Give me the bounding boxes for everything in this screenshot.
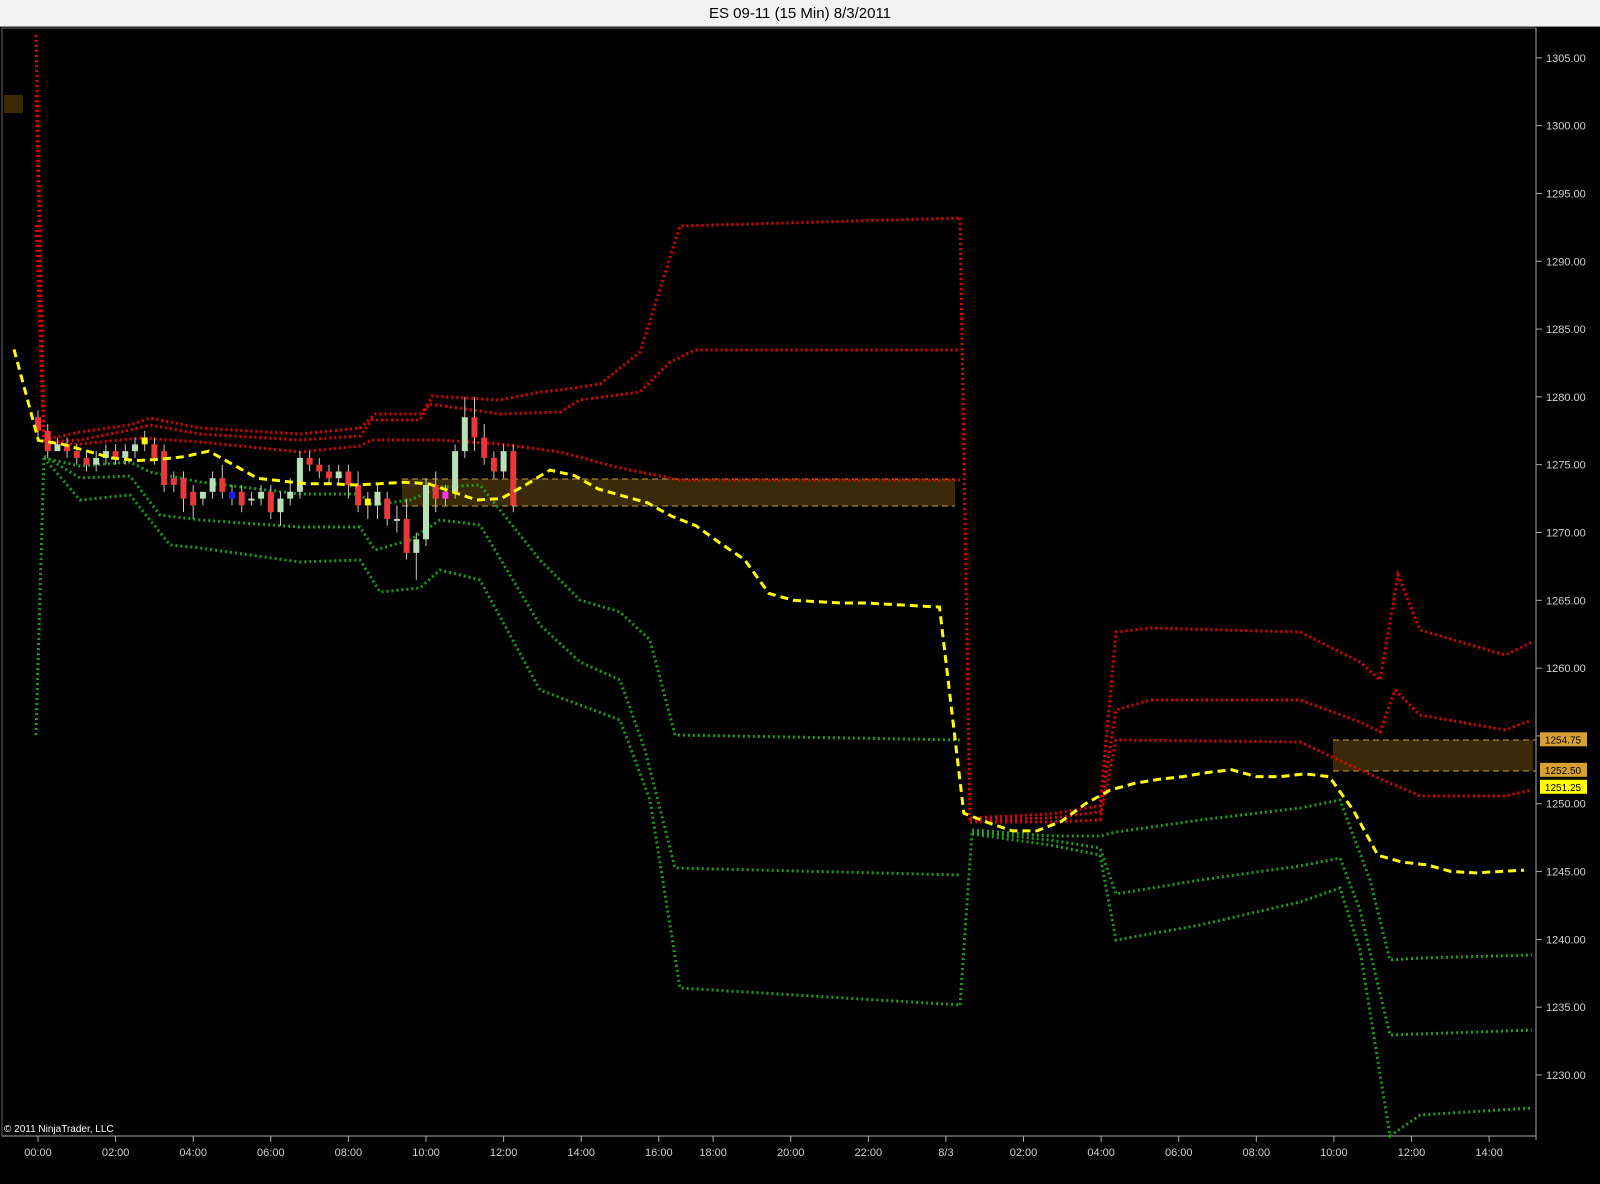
- time-tick-label: 00:00: [24, 1147, 52, 1159]
- zone-day1: [402, 479, 955, 506]
- candle-body[interactable]: [306, 457, 313, 465]
- candle-body[interactable]: [190, 491, 197, 506]
- candle-body[interactable]: [248, 498, 255, 501]
- candle-body[interactable]: [180, 478, 187, 499]
- candle-body[interactable]: [461, 417, 468, 452]
- candle-body[interactable]: [442, 491, 449, 499]
- price-tick-label: 1290.00: [1546, 256, 1586, 268]
- candle-body[interactable]: [364, 498, 371, 506]
- time-tick-label: 22:00: [855, 1147, 883, 1159]
- zone-day2: [1333, 740, 1533, 771]
- price-marker-label: 1252.50: [1545, 766, 1582, 777]
- price-tick-label: 1245.00: [1546, 867, 1586, 879]
- price-tick-label: 1270.00: [1546, 527, 1586, 539]
- candle-body[interactable]: [413, 539, 420, 553]
- time-tick-label: 02:00: [102, 1147, 130, 1159]
- time-tick-label: 06:00: [1165, 1147, 1193, 1159]
- candle-body[interactable]: [500, 451, 507, 472]
- time-tick-label: 10:00: [1320, 1147, 1348, 1159]
- candle-body[interactable]: [452, 451, 459, 492]
- candle-body[interactable]: [287, 491, 294, 499]
- time-tick-label: 12:00: [1398, 1147, 1426, 1159]
- price-tick-label: 1230.00: [1546, 1070, 1586, 1082]
- zone-top-left: [4, 95, 23, 113]
- time-tick-label: 04:00: [179, 1147, 207, 1159]
- price-tick-label: 1295.00: [1546, 188, 1586, 200]
- candle-body[interactable]: [267, 491, 274, 513]
- price-tick-label: 1285.00: [1546, 324, 1586, 336]
- price-marker-label: 1251.25: [1545, 783, 1582, 794]
- candle-body[interactable]: [161, 451, 168, 486]
- price-tick-label: 1240.00: [1546, 934, 1586, 946]
- time-tick-label: 06:00: [257, 1147, 285, 1159]
- candle-body[interactable]: [170, 478, 177, 486]
- time-tick-label: 14:00: [1475, 1147, 1503, 1159]
- candle-body[interactable]: [209, 478, 216, 492]
- candle-body[interactable]: [83, 457, 90, 465]
- price-tick-label: 1265.00: [1546, 595, 1586, 607]
- candle-body[interactable]: [326, 471, 332, 479]
- chart-canvas[interactable]: 1305.00 1300.00 1295.00 1290.00 1285.00 1280.…: [0, 0, 1600, 1184]
- time-tick-label: 08:00: [1243, 1147, 1271, 1159]
- candle-body[interactable]: [423, 485, 429, 540]
- candle-body[interactable]: [374, 491, 381, 506]
- candle-body[interactable]: [345, 471, 352, 486]
- price-tick-label: 1305.00: [1546, 53, 1586, 65]
- time-tick-label: 02:00: [1010, 1147, 1038, 1159]
- candle-body[interactable]: [277, 498, 284, 513]
- candle-body[interactable]: [403, 518, 410, 553]
- time-tick-label: 16:00: [645, 1147, 673, 1159]
- candle-body[interactable]: [355, 485, 362, 506]
- candle-body[interactable]: [316, 464, 323, 472]
- candle-body[interactable]: [122, 451, 129, 458]
- price-tick-label: 1260.00: [1546, 663, 1586, 675]
- candle-body[interactable]: [393, 518, 400, 521]
- candle-body[interactable]: [258, 491, 265, 499]
- price-tick-label: 1275.00: [1546, 460, 1586, 472]
- time-tick-label: 20:00: [777, 1147, 805, 1159]
- candle-body[interactable]: [151, 444, 158, 458]
- candle-body[interactable]: [384, 498, 391, 519]
- candle-body[interactable]: [93, 457, 100, 465]
- price-markers: 1254.75 1252.50 1251.25: [1540, 732, 1587, 794]
- candle-body[interactable]: [132, 444, 138, 452]
- time-tick-label: 12:00: [490, 1147, 518, 1159]
- candle-body[interactable]: [141, 437, 148, 445]
- candle-body[interactable]: [296, 457, 303, 492]
- time-axis: 00:00 02:00 04:00 06:00 08:00 10:00 12:00 14:00…: [24, 1136, 1503, 1159]
- copyright-text: © 2011 NinjaTrader, LLC: [4, 1124, 114, 1135]
- price-tick-label: 1300.00: [1546, 121, 1586, 133]
- chart-window: ES 09-11 (15 Min) 8/3/2011 1305.00 1300.…: [0, 0, 1600, 1184]
- price-tick-label: 1235.00: [1546, 1002, 1586, 1014]
- candle-body[interactable]: [471, 417, 478, 438]
- time-tick-label: 08:00: [335, 1147, 363, 1159]
- candle-body[interactable]: [490, 457, 497, 472]
- candle-body[interactable]: [54, 444, 61, 452]
- price-tick-label: 1250.00: [1546, 799, 1586, 811]
- price-marker-label: 1254.75: [1545, 735, 1582, 746]
- candle-body[interactable]: [510, 451, 517, 506]
- candle-body[interactable]: [219, 478, 226, 492]
- time-tick-label: 10:00: [412, 1147, 440, 1159]
- plot-area: [1, 27, 1537, 1137]
- candle-body[interactable]: [229, 491, 235, 499]
- candle-body[interactable]: [238, 491, 245, 506]
- time-tick-label: 8/3: [938, 1147, 953, 1159]
- price-tick-label: 1280.00: [1546, 392, 1586, 404]
- candle-body[interactable]: [481, 437, 488, 458]
- candle-body[interactable]: [199, 491, 206, 499]
- candle-body[interactable]: [73, 451, 80, 458]
- candle-body[interactable]: [335, 471, 342, 479]
- time-tick-label: 04:00: [1087, 1147, 1115, 1159]
- time-tick-label: 18:00: [699, 1147, 727, 1159]
- time-tick-label: 14:00: [567, 1147, 595, 1159]
- price-axis: 1305.00 1300.00 1295.00 1290.00 1285.00 1280.…: [1536, 53, 1586, 1082]
